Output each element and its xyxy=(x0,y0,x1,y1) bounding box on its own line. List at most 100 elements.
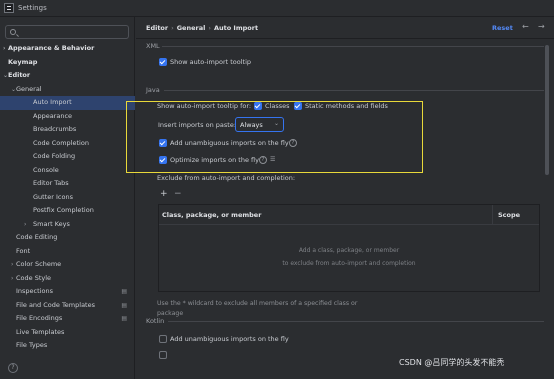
classes-checkbox[interactable] xyxy=(254,102,262,110)
tree-item-label: Smart Keys xyxy=(33,219,70,228)
wildcard-hint: Use the * wildcard to exclude all member… xyxy=(157,300,358,317)
tree-item-label: Auto Import xyxy=(33,98,72,106)
tree-item-label: Breadcrumbs xyxy=(33,125,77,133)
section-divider xyxy=(168,321,544,322)
add-unambiguous-checkbox[interactable] xyxy=(159,139,167,147)
breadcrumb-auto-import: Auto Import xyxy=(213,24,259,32)
tree-item[interactable]: Live Templates xyxy=(0,326,135,340)
header-divider xyxy=(136,38,554,39)
tree-item-label: File and Code Templates xyxy=(16,300,95,309)
chevron-right-icon[interactable]: › xyxy=(11,258,13,272)
tree-item-label: File Encodings xyxy=(16,314,63,322)
kotlin-add-unambiguous-checkbox[interactable] xyxy=(159,335,167,343)
settings-search-input[interactable] xyxy=(5,25,129,39)
tree-item[interactable]: › Appearance & Behavior xyxy=(0,42,135,56)
column-divider[interactable] xyxy=(492,205,493,225)
settings-content: Editor › General › Auto Import Reset ← → XML… xyxy=(126,17,554,379)
tree-item-label: Postfix Completion xyxy=(33,206,94,214)
tree-item[interactable]: File Encodings ▤ xyxy=(0,312,135,326)
project-settings-icon: ▤ xyxy=(121,288,127,295)
classes-label: Classes xyxy=(265,102,290,110)
table-header: Class, package, or member Scope xyxy=(159,205,539,225)
optimize-imports-label: Optimize imports on the fly xyxy=(170,156,259,164)
tree-item[interactable]: Code Completion xyxy=(0,137,135,151)
tree-item[interactable]: Breadcrumbs xyxy=(0,123,135,137)
column-header-class[interactable]: Class, package, or member xyxy=(162,211,261,219)
tree-item-label: Color Scheme xyxy=(16,260,62,268)
kotlin-add-unambiguous-label: Add unambiguous imports on the fly xyxy=(170,335,289,343)
tree-item[interactable]: Gutter Icons xyxy=(0,191,135,205)
section-kotlin: Kotlin xyxy=(146,317,165,325)
insert-on-paste-value: Always xyxy=(240,121,263,129)
section-xml: XML xyxy=(146,42,160,50)
back-arrow-icon[interactable]: ← xyxy=(522,22,529,31)
breadcrumb-separator: › xyxy=(208,24,211,32)
help-icon[interactable]: ? xyxy=(289,139,297,147)
column-header-scope[interactable]: Scope xyxy=(498,211,520,219)
tree-item-label: Font xyxy=(16,246,31,255)
tree-item[interactable]: ⌄ General xyxy=(0,83,135,97)
tree-item[interactable]: Console xyxy=(0,164,135,178)
settings-tree: › Appearance & Behavior Keymap ⌄ Editor ⌄ Gene… xyxy=(0,42,135,353)
tree-item-label: Appearance & Behavior xyxy=(8,44,95,52)
breadcrumb-editor[interactable]: Editor xyxy=(146,24,168,32)
tree-item[interactable]: Editor Tabs xyxy=(0,177,135,191)
exclude-table[interactable]: Class, package, or member Scope Add a cl… xyxy=(158,204,540,292)
tree-item-label: File Types xyxy=(16,341,48,349)
tree-item[interactable]: Appearance xyxy=(0,110,135,124)
tree-item-label: Editor Tabs xyxy=(33,179,69,187)
tree-item[interactable]: Code Folding xyxy=(0,150,135,164)
project-settings-icon: ▤ xyxy=(121,301,127,309)
tree-item[interactable]: › Code Style xyxy=(0,272,135,286)
tree-item[interactable]: Auto Import xyxy=(0,96,135,110)
tree-item[interactable]: › Color Scheme xyxy=(0,258,135,272)
tree-item[interactable]: Font xyxy=(0,245,135,259)
tree-item-label: Code Style xyxy=(16,273,52,282)
help-icon[interactable]: ? xyxy=(8,363,18,373)
optimize-imports-checkbox[interactable] xyxy=(159,156,167,164)
tree-item-label: Code Editing xyxy=(16,233,58,241)
breadcrumb-general[interactable]: General xyxy=(177,24,206,32)
exclude-label: Exclude from auto-import and completion: xyxy=(157,174,296,182)
insert-on-paste-select[interactable]: Always ⌄ xyxy=(235,117,284,132)
table-empty-text: Add a class, package, or member xyxy=(298,247,400,254)
tree-item[interactable]: Keymap xyxy=(0,56,135,70)
chevron-right-icon[interactable]: › xyxy=(3,42,5,56)
scrollbar[interactable] xyxy=(545,45,549,175)
help-icon[interactable]: ? xyxy=(259,156,267,164)
reset-link[interactable]: Reset xyxy=(492,24,513,32)
tree-item[interactable]: › Smart Keys xyxy=(0,218,135,232)
tree-item[interactable]: ⌄ Editor xyxy=(0,69,135,83)
show-tooltip-for-label: Show auto-import tooltip for: xyxy=(157,102,252,110)
static-methods-label: Static methods and fields xyxy=(305,102,388,110)
section-divider xyxy=(164,90,544,91)
tree-item[interactable]: File and Code Templates ▤ xyxy=(0,299,135,313)
tree-item-label: General xyxy=(16,84,42,93)
tree-item-label: Appearance xyxy=(33,111,73,120)
table-empty-text: to exclude from auto-import and completi… xyxy=(282,260,416,267)
xml-show-tooltip-checkbox[interactable] xyxy=(159,58,167,66)
kotlin-checkbox[interactable] xyxy=(159,351,167,359)
add-unambiguous-label: Add unambiguous imports on the fly xyxy=(170,139,289,147)
xml-show-tooltip-label: Show auto-import tooltip xyxy=(170,58,252,66)
forward-arrow-icon[interactable]: → xyxy=(538,22,545,31)
tree-item[interactable]: File Types xyxy=(0,339,135,353)
title-bar: Settings xyxy=(0,0,554,17)
tree-item[interactable]: Inspections ▤ xyxy=(0,285,135,299)
window-title: Settings xyxy=(18,4,47,12)
chevron-right-icon[interactable]: › xyxy=(24,218,26,232)
tree-item-label: Editor xyxy=(8,71,31,79)
breadcrumb: Editor › General › Auto Import xyxy=(146,24,258,32)
breadcrumb-separator: › xyxy=(171,24,174,32)
static-methods-checkbox[interactable] xyxy=(294,102,302,110)
settings-sidebar: › Appearance & Behavior Keymap ⌄ Editor ⌄ Gene… xyxy=(0,17,135,379)
chevron-right-icon[interactable]: › xyxy=(11,272,13,286)
project-settings-icon: ▤ xyxy=(121,315,127,322)
watermark: CSDN @吕同学的头发不能秃 xyxy=(399,358,505,367)
tree-item[interactable]: Postfix Completion xyxy=(0,204,135,218)
add-button[interactable]: + xyxy=(160,189,168,199)
section-java: Java xyxy=(146,86,160,94)
tree-item[interactable]: Code Editing xyxy=(0,231,135,245)
section-divider xyxy=(162,46,544,47)
remove-button[interactable]: − xyxy=(174,189,182,199)
